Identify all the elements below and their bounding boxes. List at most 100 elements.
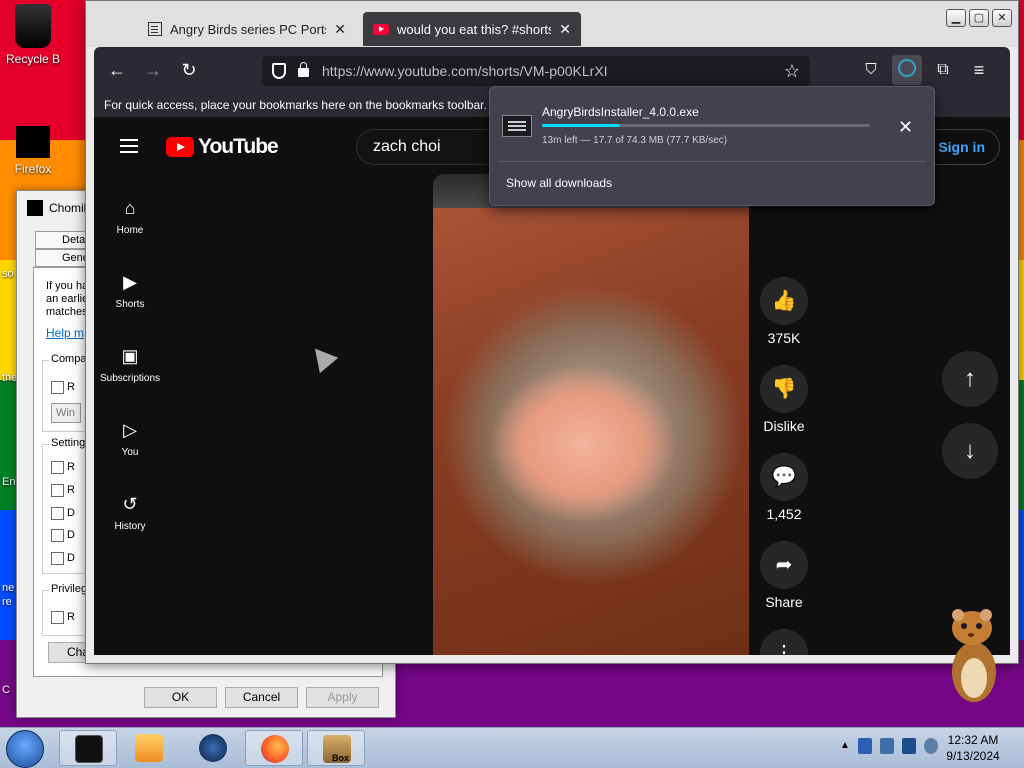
like-button[interactable]: 👍 bbox=[760, 277, 808, 325]
downloads-button[interactable] bbox=[892, 55, 922, 85]
forward-button[interactable]: → bbox=[140, 57, 166, 83]
address-bar[interactable]: https://www.youtube.com/shorts/VM-p00KLr… bbox=[262, 56, 810, 86]
comments-button[interactable]: 💬 bbox=[760, 453, 808, 501]
previous-short-button[interactable]: ↑ bbox=[942, 351, 998, 407]
nav-shorts[interactable]: ▶ Shorts bbox=[94, 271, 166, 310]
nav-label: History bbox=[114, 521, 146, 532]
desktop-icon-label: Recycle B bbox=[5, 52, 61, 66]
media-player-icon bbox=[135, 734, 163, 762]
desktop-label-fragment: re bbox=[2, 596, 12, 608]
desktop-label-fragment: En bbox=[2, 476, 16, 488]
download-status: 13m left — 17.7 of 74.3 MB (77.7 KB/sec) bbox=[542, 135, 728, 146]
checkbox[interactable] bbox=[51, 381, 64, 394]
sign-in-label: Sign in bbox=[938, 139, 985, 155]
more-options-button[interactable]: ⋮ bbox=[760, 629, 808, 655]
cancel-button[interactable]: Cancel bbox=[225, 687, 298, 708]
window-app-icon bbox=[75, 735, 103, 763]
close-tab-icon[interactable]: ✕ bbox=[334, 21, 346, 38]
back-button[interactable]: ← bbox=[104, 57, 130, 83]
taskbar-app-hamster-box[interactable]: Box bbox=[307, 730, 365, 766]
dislike-button[interactable]: 👎 bbox=[760, 365, 808, 413]
minimize-button[interactable]: ▁ bbox=[946, 9, 966, 27]
tab-youtube-short[interactable]: would you eat this? #shorts - Y ✕ bbox=[363, 12, 581, 46]
checkbox[interactable] bbox=[51, 484, 64, 497]
show-hidden-icons-icon[interactable]: ▲ bbox=[840, 738, 850, 754]
desktop-icon-recycle-bin[interactable]: Recycle B bbox=[2, 4, 64, 66]
bookmark-star-icon[interactable]: ☆ bbox=[784, 56, 800, 86]
history-icon: ↺ bbox=[122, 494, 138, 514]
checkbox-label: D bbox=[67, 507, 75, 519]
desktop-icon-firefox[interactable]: Firefox bbox=[2, 126, 64, 176]
dialog-title: Chomil bbox=[49, 201, 87, 215]
close-window-button[interactable]: ✕ bbox=[992, 9, 1012, 27]
checkbox-label: D bbox=[67, 552, 75, 564]
checkbox[interactable] bbox=[51, 461, 64, 474]
globe-icon bbox=[199, 734, 227, 762]
share-label: Share bbox=[765, 594, 803, 610]
share-button[interactable]: ➦ bbox=[760, 541, 808, 589]
desktop-label-fragment: ne bbox=[2, 582, 15, 594]
checkbox-label: R bbox=[67, 461, 75, 473]
checkbox[interactable] bbox=[51, 552, 64, 565]
tracking-protection-icon[interactable] bbox=[272, 63, 286, 79]
apply-button[interactable]: Apply bbox=[306, 687, 379, 708]
hamster-box-label: Box bbox=[332, 753, 350, 763]
show-all-downloads-button[interactable]: Show all downloads bbox=[506, 176, 612, 190]
extensions-button[interactable]: ⧉ bbox=[930, 57, 956, 83]
menu-button[interactable]: ≡ bbox=[966, 57, 992, 83]
compat-select[interactable]: Win bbox=[51, 403, 81, 423]
comment-count: 1,452 bbox=[766, 506, 802, 522]
desktop-label-fragment: C bbox=[2, 684, 10, 696]
pocket-button[interactable]: ⛉ bbox=[858, 57, 884, 83]
ok-button[interactable]: OK bbox=[144, 687, 217, 708]
checkbox[interactable] bbox=[51, 611, 64, 624]
nav-subscriptions[interactable]: ▣ Subscriptions bbox=[94, 345, 166, 384]
dislike-label: Dislike bbox=[763, 418, 805, 434]
divider bbox=[498, 161, 926, 162]
url-text: https://www.youtube.com/shorts/VM-p00KLr… bbox=[322, 63, 608, 79]
clock-date: 9/13/2024 bbox=[946, 749, 1000, 763]
next-short-button[interactable]: ↓ bbox=[942, 423, 998, 479]
checkbox-label: R bbox=[67, 484, 75, 496]
taskbar-app-media-player[interactable] bbox=[120, 730, 178, 766]
close-tab-icon[interactable]: ✕ bbox=[559, 21, 571, 38]
youtube-logo[interactable]: YouTube bbox=[166, 135, 279, 159]
group-label: Setting bbox=[49, 437, 88, 449]
checkbox[interactable] bbox=[51, 507, 64, 520]
tab-angry-birds[interactable]: Angry Birds series PC Ports : Ro ✕ bbox=[138, 12, 356, 46]
maximize-button[interactable]: ▢ bbox=[969, 9, 989, 27]
download-progress-bar bbox=[542, 124, 870, 127]
monitor-tray-icon[interactable] bbox=[901, 738, 916, 754]
download-progress-icon bbox=[898, 59, 916, 77]
description-line: If you ha bbox=[46, 280, 89, 292]
taskbar-app-window[interactable] bbox=[59, 730, 117, 766]
youtube-logo-text: YouTube bbox=[198, 135, 279, 158]
firefox-icon bbox=[261, 735, 289, 763]
nav-label: Subscriptions bbox=[99, 373, 161, 384]
tab-title: Angry Birds series PC Ports : Ro bbox=[170, 21, 326, 37]
tab-strip: Angry Birds series PC Ports : Ro ✕ would… bbox=[86, 1, 1018, 47]
hamburger-menu-icon[interactable] bbox=[120, 139, 138, 141]
taskbar-app-globe[interactable] bbox=[184, 730, 242, 766]
nav-you[interactable]: ▷ You bbox=[94, 419, 166, 458]
checkbox[interactable] bbox=[51, 529, 64, 542]
reload-button[interactable]: ↻ bbox=[176, 57, 202, 83]
shield-tray-icon[interactable] bbox=[857, 738, 872, 754]
help-link[interactable]: Help m bbox=[46, 326, 84, 340]
hamster-desktop-pet[interactable] bbox=[944, 606, 1004, 706]
lock-icon[interactable] bbox=[298, 62, 309, 77]
system-clock[interactable]: 12:32 AM 9/13/2024 bbox=[935, 732, 1011, 764]
download-filename[interactable]: AngryBirdsInstaller_4.0.0.exe bbox=[542, 105, 699, 119]
taskbar-app-firefox[interactable] bbox=[245, 730, 303, 766]
desktop-label-fragment: so bbox=[2, 268, 14, 280]
network-tray-icon[interactable] bbox=[879, 738, 894, 754]
start-button[interactable] bbox=[6, 730, 44, 768]
shorts-icon: ▶ bbox=[123, 272, 137, 292]
desktop-icon-label: Firefox bbox=[14, 162, 52, 176]
shorts-video-player[interactable] bbox=[433, 174, 749, 655]
cancel-download-icon[interactable]: ✕ bbox=[898, 117, 913, 138]
nav-home[interactable]: ⌂ Home bbox=[94, 197, 166, 236]
nav-label: Home bbox=[116, 225, 144, 236]
home-icon: ⌂ bbox=[124, 198, 136, 218]
nav-history[interactable]: ↺ History bbox=[94, 493, 166, 532]
